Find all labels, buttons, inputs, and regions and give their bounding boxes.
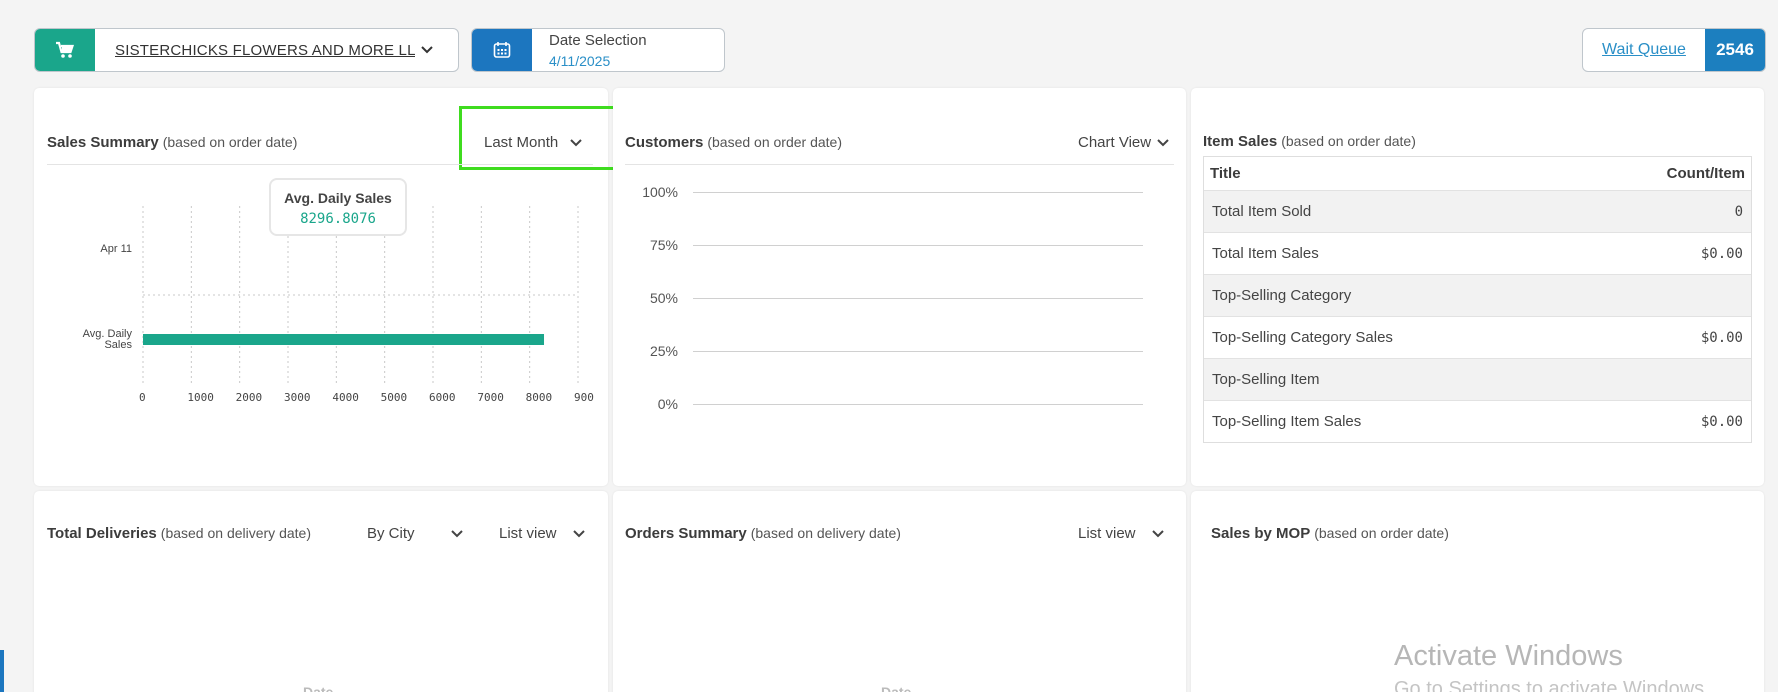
table-row: Top-Selling Category bbox=[1204, 274, 1751, 316]
y-tick-label: 25% bbox=[649, 343, 678, 359]
table-header: Title Count/Item bbox=[1204, 157, 1751, 190]
chart-bar[interactable] bbox=[143, 334, 545, 345]
orders-summary-title: Orders Summary (based on delivery date) bbox=[625, 525, 901, 542]
y-tick-label: 75% bbox=[649, 237, 678, 253]
x-tick-label: 3000 bbox=[284, 391, 311, 404]
y-tick-label: 100% bbox=[642, 184, 678, 200]
customers-view-dropdown[interactable]: Chart View bbox=[1078, 134, 1169, 151]
x-tick-label: 7000 bbox=[477, 391, 504, 404]
grid-line bbox=[693, 192, 1143, 193]
activate-windows-title: Activate Windows bbox=[1394, 640, 1623, 672]
x-tick-label: 0 bbox=[139, 391, 146, 404]
x-tick-label: 6000 bbox=[429, 391, 456, 404]
activate-windows-hint: Go to Settings to activate Windows. bbox=[1394, 678, 1710, 692]
y-category-label: Apr 11 bbox=[100, 243, 132, 255]
tooltip-value: 8296.8076 bbox=[300, 211, 376, 227]
x-tick-label: 4000 bbox=[332, 391, 359, 404]
item-sales-title: Item Sales (based on order date) bbox=[1203, 133, 1416, 150]
x-tick-label: 900 bbox=[574, 391, 594, 404]
table-row: Top-Selling Item Sales $0.00 bbox=[1204, 400, 1751, 442]
table-row: Total Item Sales $0.00 bbox=[1204, 232, 1751, 274]
deliveries-column-header: Date bbox=[303, 684, 334, 692]
column-header-title: Title bbox=[1210, 165, 1241, 182]
total-deliveries-title: Total Deliveries (based on delivery date) bbox=[47, 525, 311, 542]
y-category-label: Avg. Daily Sales bbox=[82, 328, 132, 351]
chevron-down-icon bbox=[450, 529, 463, 537]
deliveries-view-dropdown[interactable]: List view bbox=[499, 525, 585, 542]
orders-view-dropdown[interactable]: List view bbox=[1078, 525, 1164, 542]
orders-summary-card bbox=[613, 491, 1186, 692]
side-edge-tab[interactable] bbox=[0, 650, 4, 692]
grid-line bbox=[693, 404, 1143, 405]
chevron-down-icon bbox=[1151, 529, 1164, 537]
chart-tooltip: Avg. Daily Sales 8296.8076 bbox=[269, 178, 407, 236]
table-row: Top-Selling Item bbox=[1204, 358, 1751, 400]
table-row: Total Item Sold 0 bbox=[1204, 190, 1751, 232]
grid-line bbox=[693, 298, 1143, 299]
y-tick-label: 0% bbox=[657, 396, 678, 412]
x-tick-label: 8000 bbox=[525, 391, 553, 404]
x-tick-label: 2000 bbox=[235, 391, 263, 404]
customers-title: Customers (based on order date) bbox=[625, 134, 842, 151]
grid-line bbox=[693, 245, 1143, 246]
chevron-down-icon bbox=[1157, 138, 1169, 146]
table-row: Top-Selling Category Sales $0.00 bbox=[1204, 316, 1751, 358]
card-divider bbox=[625, 164, 1174, 165]
x-tick-label: 5000 bbox=[380, 391, 408, 404]
total-deliveries-card bbox=[34, 491, 608, 692]
chevron-down-icon bbox=[572, 529, 585, 537]
orders-column-header: Date bbox=[881, 684, 912, 692]
sales-by-mop-title: Sales by MOP (based on order date) bbox=[1211, 525, 1449, 542]
tooltip-title: Avg. Daily Sales bbox=[284, 190, 392, 206]
x-tick-label: 1000 bbox=[187, 391, 214, 404]
column-header-count: Count/Item bbox=[1666, 165, 1745, 182]
deliveries-group-dropdown[interactable]: By City bbox=[367, 525, 463, 542]
item-sales-table: Title Count/Item Total Item Sold 0 Total … bbox=[1203, 156, 1752, 443]
y-tick-label: 50% bbox=[649, 290, 678, 306]
grid-line bbox=[693, 351, 1143, 352]
